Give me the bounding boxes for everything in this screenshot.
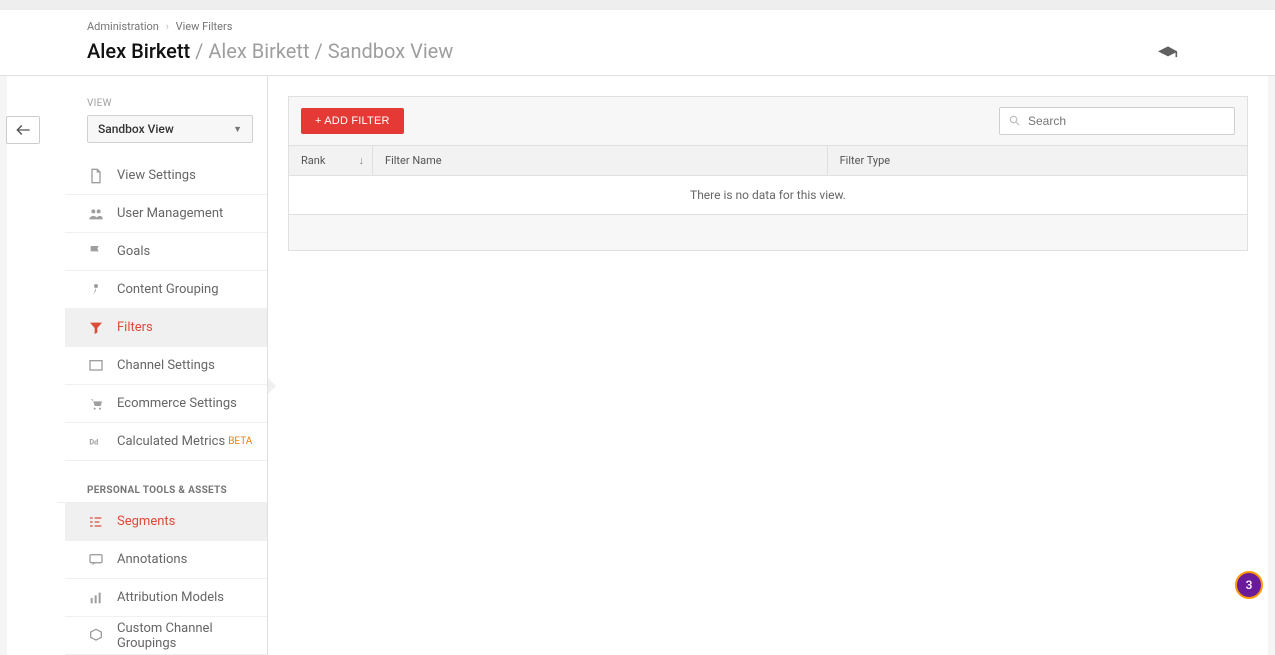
page-title: Alex Birkett / Alex Birkett / Sandbox Vi… [87,39,1268,63]
bars-icon [87,590,105,606]
sidebar: VIEW Sandbox View ▼ View Settings User Ma… [7,76,268,655]
breadcrumb: Administration › View Filters [87,20,1268,33]
col-rank[interactable]: Rank↓ [289,146,373,176]
cube-icon [87,628,105,644]
tool-item-attribution-models[interactable]: Attribution Models [65,579,267,617]
breadcrumb-root[interactable]: Administration [87,20,159,33]
funnel-icon [87,320,105,336]
nav-label: Segments [117,514,175,529]
person-path-icon [87,282,105,298]
tool-item-custom-channel-groupings[interactable]: Custom Channel Groupings [65,617,267,655]
main-content: + ADD FILTER Rank↓ Filter Name Filter Ty… [268,76,1268,655]
nav-item-goals[interactable]: Goals [65,233,267,271]
col-filter-name[interactable]: Filter Name [373,146,828,176]
annotation-icon [87,552,105,568]
dd-icon: Dd [87,434,105,450]
education-icon[interactable] [1158,46,1178,64]
nav-label: Annotations [117,552,187,567]
nav-label: User Management [117,206,223,221]
nav-label: Goals [117,244,150,259]
search-box[interactable] [999,107,1235,135]
nav-item-calculated-metrics[interactable]: Dd Calculated Metrics BETA [65,423,267,461]
notification-badge[interactable]: 3 [1235,571,1263,599]
search-input[interactable] [1028,114,1226,128]
segments-icon [87,514,105,530]
breadcrumb-current: View Filters [176,20,233,33]
empty-state-message: There is no data for this view. [289,176,1248,215]
nav-label: Filters [117,320,153,335]
svg-text:Dd: Dd [89,437,98,446]
nav-label: Channel Settings [117,358,215,373]
collapse-sidebar-button[interactable] [6,116,40,144]
col-filter-type[interactable]: Filter Type [827,146,1247,176]
file-icon [87,168,105,184]
view-section-label: VIEW [57,76,267,115]
personal-tools-heading: PERSONAL TOOLS & ASSETS [57,461,267,503]
table-footer [288,215,1248,251]
channel-icon [87,358,105,374]
nav-item-ecommerce-settings[interactable]: Ecommerce Settings [65,385,267,423]
nav-label: Ecommerce Settings [117,396,237,411]
table-toolbar: + ADD FILTER [288,96,1248,145]
nav-item-channel-settings[interactable]: Channel Settings [65,347,267,385]
users-icon [87,206,105,222]
tool-item-segments[interactable]: Segments [65,503,267,541]
tool-item-annotations[interactable]: Annotations [65,541,267,579]
flag-icon [87,244,105,260]
view-selector[interactable]: Sandbox View ▼ [87,115,253,143]
nav-label: Attribution Models [117,590,224,605]
search-icon [1008,114,1022,128]
filters-table: Rank↓ Filter Name Filter Type There is n… [288,145,1248,215]
nav-label: Custom Channel Groupings [117,621,267,651]
add-filter-button[interactable]: + ADD FILTER [301,108,404,134]
nav-item-filters[interactable]: Filters [65,309,267,347]
cart-icon [87,396,105,412]
nav-label: Content Grouping [117,282,219,297]
nav-label: Calculated Metrics [117,434,225,449]
nav-item-view-settings[interactable]: View Settings [65,157,267,195]
sort-down-icon: ↓ [359,154,365,167]
nav-item-content-grouping[interactable]: Content Grouping [65,271,267,309]
beta-tag: BETA [228,436,252,447]
nav-label: View Settings [117,168,196,183]
chevron-down-icon: ▼ [233,124,242,135]
nav-item-user-management[interactable]: User Management [65,195,267,233]
